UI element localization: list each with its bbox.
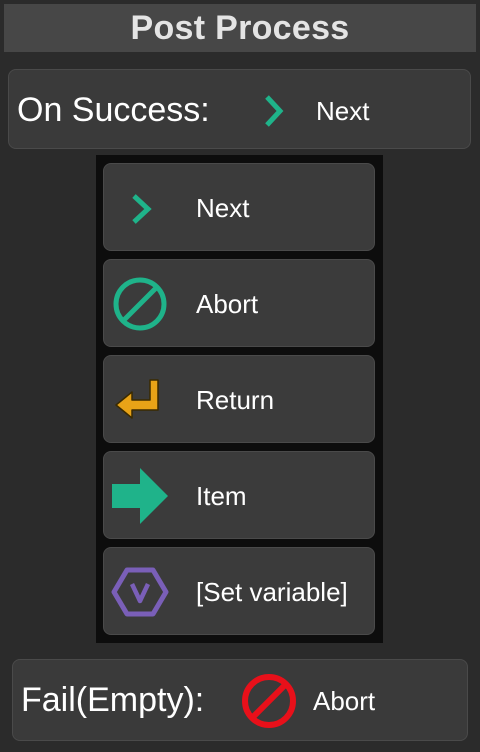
page-title: Post Process bbox=[130, 8, 350, 47]
prohibited-icon bbox=[110, 274, 170, 334]
return-arrow-icon bbox=[110, 370, 170, 430]
option-label: Next bbox=[196, 193, 250, 223]
chevron-right-icon bbox=[110, 178, 170, 238]
fail-empty-label: Fail(Empty): bbox=[21, 681, 205, 719]
arrow-right-icon bbox=[110, 466, 170, 526]
option-abort[interactable]: Abort bbox=[103, 259, 375, 347]
on-success-label: On Success: bbox=[17, 91, 210, 129]
option-next[interactable]: Next bbox=[103, 163, 375, 251]
fail-empty-value: Abort bbox=[313, 686, 376, 716]
title-bar: Post Process bbox=[4, 4, 476, 52]
option-return[interactable]: Return bbox=[103, 355, 375, 443]
chevron-right-icon bbox=[257, 92, 291, 130]
option-label: Return bbox=[196, 385, 275, 415]
option-label: [Set variable] bbox=[196, 577, 348, 607]
option-set-variable[interactable]: [Set variable] bbox=[103, 547, 375, 635]
prohibited-icon bbox=[240, 672, 298, 730]
option-label: Item bbox=[196, 481, 247, 511]
fail-empty-selector[interactable]: Fail(Empty): Abort bbox=[12, 659, 468, 741]
action-dropdown-list: Next Abort Return Item [Set variable] bbox=[96, 155, 383, 643]
option-label: Abort bbox=[196, 289, 259, 319]
option-item[interactable]: Item bbox=[103, 451, 375, 539]
on-success-value: Next bbox=[316, 96, 370, 126]
variable-hexagon-icon bbox=[110, 562, 170, 622]
on-success-selector[interactable]: On Success: Next bbox=[8, 69, 471, 149]
